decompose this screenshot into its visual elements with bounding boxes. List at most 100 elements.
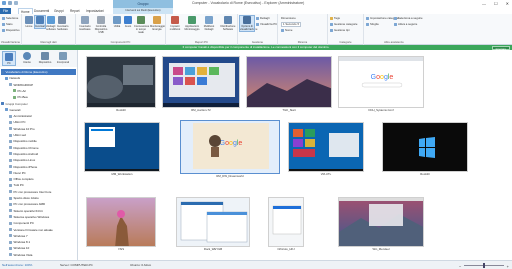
applicazioni-button[interactable]: Applicazioni Monitoraggio: [184, 16, 200, 31]
opzioni-button[interactable]: Opzioni di visualizzazione: [239, 15, 258, 32]
tree-item-label: Generali: [9, 107, 21, 112]
inventory-icon: [36, 16, 44, 24]
usb-button[interactable]: Controlla Dispositivo USB: [93, 16, 109, 34]
thumbnail[interactable]: [84, 122, 160, 172]
ribbon-selezione[interactable]: Selezione: [2, 16, 18, 21]
ribbon-stato[interactable]: Stato: [2, 22, 13, 27]
label: Opzioni di visualizzazione: [240, 25, 258, 31]
multiboot-dettagli-button[interactable]: Multiboot Dettagli: [202, 16, 216, 31]
group-visualizzazione: Selezione Stato Dispositivo Visualizzazi…: [0, 14, 22, 45]
view-pc-button[interactable]: PC: [2, 51, 16, 66]
tree-item[interactable]: Ultimi seri: [9, 132, 76, 138]
tree-item[interactable]: PC-Bea: [13, 94, 76, 100]
label: 1 Secondo: [283, 22, 297, 26]
thumbnail[interactable]: [246, 56, 332, 108]
undo-icon[interactable]: [14, 1, 18, 5]
inventario-button[interactable]: Inventario: [34, 15, 46, 29]
hardware-button[interactable]: Inventario hardware: [57, 16, 69, 31]
connessione-button[interactable]: Connessione in tempo reale: [134, 16, 149, 34]
thumbnail[interactable]: [268, 197, 304, 247]
ricerca-intervallo[interactable]: 1 Secondo ▾: [281, 22, 301, 27]
tree-item[interactable]: Dispositivo Android: [9, 151, 76, 157]
save-icon[interactable]: [8, 1, 12, 5]
tree-item[interactable]: Windows 10 Pro: [9, 126, 76, 132]
tree-item[interactable]: PC con processore AMD: [9, 201, 76, 207]
maximize-button[interactable]: ☐: [494, 1, 498, 6]
group-label: Visualizzazione: [0, 40, 21, 44]
zoom-out-icon[interactable]: −: [459, 262, 461, 269]
tree-item[interactable]: Tutti PC: [9, 182, 76, 188]
zoom-knob[interactable]: [483, 263, 485, 268]
tree-item[interactable]: PC con processore Intel Core: [9, 189, 76, 195]
inventario-hw-button[interactable]: Inventario Hardware: [78, 16, 92, 31]
minimize-button[interactable]: —: [482, 1, 486, 6]
thumbnail[interactable]: [86, 197, 156, 247]
banner-dismiss-button[interactable]: Ignorare: [491, 45, 510, 51]
label: Distribuzione Software: [220, 25, 236, 31]
tree-item[interactable]: Amministratori: [9, 113, 76, 119]
tree-item[interactable]: Dispositivo mobile: [9, 138, 76, 144]
thumbnail[interactable]: [288, 122, 364, 172]
thumbnail[interactable]: [338, 197, 424, 247]
view-incorporati-button[interactable]: Incorporati: [56, 51, 70, 64]
cat-gestione[interactable]: Gestione categorie: [330, 22, 357, 27]
tree-item[interactable]: Vocabolario di Rome (Esecutivo): [1, 69, 76, 75]
zoom-in-icon[interactable]: +: [507, 262, 509, 269]
screen-preview: [85, 123, 159, 171]
tree-item[interactable]: Windows 8.1: [9, 239, 76, 245]
tree-item[interactable]: Network: [5, 75, 76, 81]
thumbnail[interactable]: [382, 122, 468, 172]
tree-item[interactable]: Dispositivo iPhone: [9, 164, 76, 170]
tree-item[interactable]: Dispositivo Linux: [9, 157, 76, 163]
ribbon-dispositivo[interactable]: Dispositivo: [2, 28, 20, 33]
energia-button[interactable]: Monitoraggio Energia: [150, 16, 165, 31]
distribuzione-button[interactable]: Distribuzione Software: [220, 16, 236, 31]
thumbnail-selected[interactable]: Google: [180, 120, 280, 174]
tree-item[interactable]: Sistema operativo Windows: [9, 214, 76, 220]
thumbnail-caption: YAIS: [117, 247, 125, 251]
avvio-button[interactable]: Avvio: [123, 16, 133, 28]
computer-icon: [9, 133, 12, 137]
altre-seleziona[interactable]: Seleziona a seguire: [394, 16, 423, 21]
tree-item[interactable]: Versione Firmware non attuale: [9, 227, 76, 233]
tree-item[interactable]: Sistemi operativi 64 bit: [9, 208, 76, 214]
home-button[interactable]: Home: [24, 16, 34, 28]
tree-item[interactable]: Dispositivo Chrome: [9, 145, 76, 151]
label: Inventario hardware: [57, 25, 69, 31]
view-utente-button[interactable]: Utente: [20, 51, 34, 64]
ribbon-visualizza-pc[interactable]: Visualizza PC: [256, 22, 277, 27]
tree-item-label: Sistemi operativi 64 bit: [13, 208, 43, 213]
label: Controlla Dispositivo USB: [94, 25, 108, 34]
computer-icon: [9, 246, 12, 250]
utilita-button[interactable]: Utilità: [112, 16, 122, 28]
cat-tipi[interactable]: Gestione tipi: [330, 28, 350, 33]
cat-tags[interactable]: Tags: [330, 16, 340, 21]
tree-item[interactable]: PC-Ari: [13, 88, 76, 94]
tree-item[interactable]: Windows Vista: [9, 252, 76, 258]
ricerca-nome[interactable]: Nome: [281, 28, 292, 33]
thumbnail[interactable]: [162, 56, 240, 108]
close-button[interactable]: ✕: [506, 1, 509, 6]
label: Home: [25, 25, 33, 28]
tree-item[interactable]: Office completo: [9, 176, 76, 182]
tree-item[interactable]: Gruppi Computer: [1, 101, 76, 107]
thumbnail[interactable]: Google: [338, 56, 424, 108]
tree-item[interactable]: Windows 7: [9, 233, 76, 239]
zoom-slider[interactable]: − +: [459, 262, 509, 269]
software-button[interactable]: Dettagli software: [46, 16, 56, 31]
tree-item[interactable]: Nuovi PC: [9, 170, 76, 176]
device-icon: [41, 52, 49, 60]
multiboot-button[interactable]: Impianti multiboot: [168, 16, 182, 31]
tree-item[interactable]: WORKGROUP: [9, 82, 76, 88]
ribbon-dettagli-small[interactable]: Dettagli: [256, 16, 269, 21]
altre-sfoglia[interactable]: Sfoglia: [366, 22, 379, 27]
tree-item[interactable]: Windows 10: [9, 245, 76, 251]
view-dispositivo-button[interactable]: Dispositivo: [38, 51, 52, 64]
altre-attiva[interactable]: Attiva a seguire: [394, 22, 417, 27]
thumbnail[interactable]: [86, 56, 156, 108]
tree-item[interactable]: Componenti PC: [9, 220, 76, 226]
tree-item[interactable]: Spazio disco ridotto: [9, 195, 76, 201]
thumbnail[interactable]: [176, 197, 250, 247]
tree-item[interactable]: Ultimi PC: [9, 119, 76, 125]
tree-item[interactable]: Generali: [5, 107, 76, 113]
